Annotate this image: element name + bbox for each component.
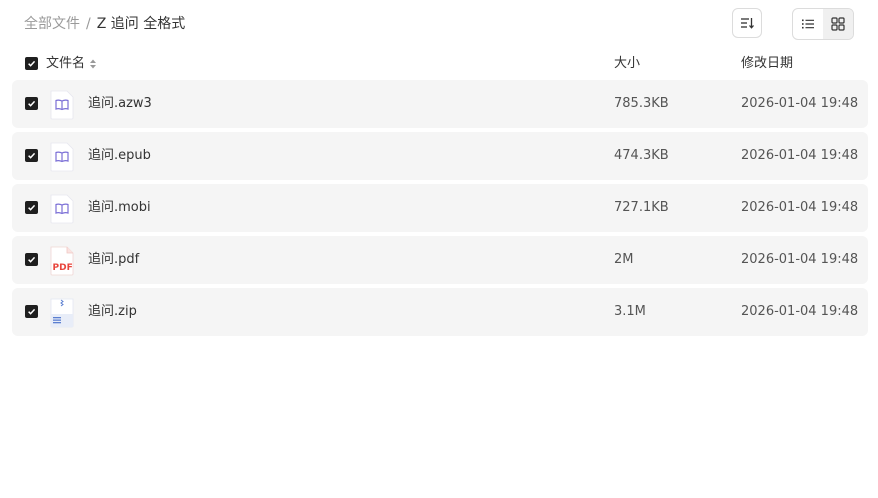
select-all-checkbox[interactable] [25, 57, 38, 70]
column-header-name[interactable]: 文件名 [46, 54, 97, 74]
table-row[interactable]: 追问.mobi 727.1KB 2026-01-04 19:48 [12, 184, 868, 232]
check-icon [28, 256, 36, 263]
check-icon [28, 152, 36, 159]
grid-view-button[interactable] [823, 9, 853, 39]
ebook-icon [50, 194, 74, 224]
row-checkbox[interactable] [25, 253, 38, 266]
file-name[interactable]: 追问.azw3 [88, 94, 152, 114]
file-modified-date: 2026-01-04 19:48 [741, 200, 859, 215]
row-checkbox[interactable] [25, 305, 38, 318]
row-checkbox[interactable] [25, 201, 38, 214]
file-name[interactable]: 追问.mobi [88, 198, 151, 218]
file-size: 2M [614, 252, 634, 267]
check-icon [28, 60, 36, 67]
file-modified-date: 2026-01-04 19:48 [741, 148, 859, 163]
table-row[interactable]: 追问.epub 474.3KB 2026-01-04 19:48 [12, 132, 868, 180]
table-row[interactable]: 追问.zip 3.1M 2026-01-04 19:48 [12, 288, 868, 336]
file-size: 474.3KB [614, 148, 669, 163]
row-checkbox[interactable] [25, 97, 38, 110]
row-checkbox[interactable] [25, 149, 38, 162]
view-toggle [792, 8, 854, 40]
file-modified-date: 2026-01-04 19:48 [741, 96, 859, 111]
sort-toggle-icon [90, 59, 97, 69]
breadcrumb-root-link[interactable]: 全部文件 [24, 16, 80, 32]
table-header: 文件名 大小 修改日期 [12, 52, 868, 76]
list-view-button[interactable] [793, 9, 823, 39]
file-size: 785.3KB [614, 96, 669, 111]
table-row[interactable]: 追问.azw3 785.3KB 2026-01-04 19:48 [12, 80, 868, 128]
file-list: 追问.azw3 785.3KB 2026-01-04 19:48 追问.epub… [12, 80, 868, 340]
list-view-icon [802, 19, 814, 29]
ebook-icon [50, 142, 74, 172]
header: 全部文件 / Z 追问 全格式 [24, 8, 854, 40]
pdf-icon: PDF [50, 246, 74, 276]
sort-button[interactable] [732, 8, 762, 38]
file-browser: 全部文件 / Z 追问 全格式 文件名 大小 修改日期 追问.azw3 785.… [0, 0, 878, 498]
breadcrumb: 全部文件 / Z 追问 全格式 [24, 14, 185, 34]
check-icon [28, 100, 36, 107]
check-icon [28, 308, 36, 315]
file-modified-date: 2026-01-04 19:48 [741, 304, 859, 319]
column-header-name-label: 文件名 [46, 56, 86, 71]
table-row[interactable]: PDF 追问.pdf 2M 2026-01-04 19:48 [12, 236, 868, 284]
column-header-size[interactable]: 大小 [614, 54, 640, 74]
check-icon [28, 204, 36, 211]
grid-view-icon [831, 17, 845, 31]
file-modified-date: 2026-01-04 19:48 [741, 252, 859, 267]
breadcrumb-separator: / [86, 16, 91, 32]
pdf-icon-label: PDF [53, 263, 73, 273]
ebook-icon [50, 90, 74, 120]
file-name[interactable]: 追问.zip [88, 302, 137, 322]
file-name[interactable]: 追问.epub [88, 146, 151, 166]
file-name[interactable]: 追问.pdf [88, 250, 139, 270]
breadcrumb-current-folder: Z 追问 全格式 [96, 16, 186, 32]
sort-icon [741, 18, 754, 29]
file-size: 727.1KB [614, 200, 669, 215]
file-size: 3.1M [614, 304, 646, 319]
column-header-modified[interactable]: 修改日期 [741, 54, 793, 74]
zip-icon [50, 298, 74, 328]
